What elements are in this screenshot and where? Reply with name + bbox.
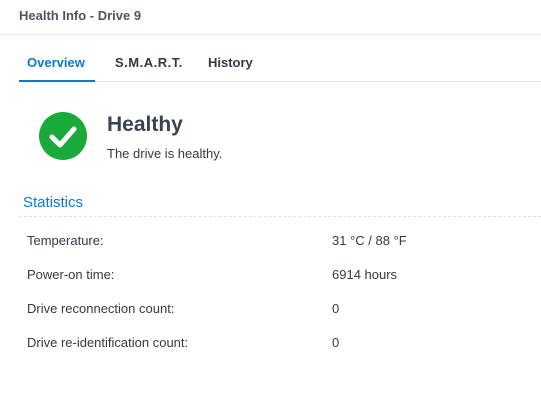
- check-circle-icon: [39, 112, 87, 160]
- stat-row-reconnection-count: Drive reconnection count: 0: [0, 301, 541, 321]
- tab-history[interactable]: History: [208, 55, 253, 70]
- window-titlebar: Health Info - Drive 9: [0, 0, 541, 35]
- section-divider: [19, 216, 541, 217]
- stat-label: Drive reconnection count:: [27, 301, 175, 316]
- statistics-heading: Statistics: [23, 194, 84, 211]
- window-title: Health Info - Drive 9: [19, 8, 142, 23]
- stat-row-temperature: Temperature: 31 °C / 88 °F: [0, 233, 541, 253]
- stat-value: 0: [332, 335, 340, 350]
- active-tab-indicator: [19, 80, 95, 82]
- stat-label: Drive re-identification count:: [27, 335, 189, 350]
- health-status-title: Healthy: [107, 113, 183, 136]
- stat-row-reidentification-count: Drive re-identification count: 0: [0, 335, 541, 355]
- stat-value: 31 °C / 88 °F: [332, 233, 407, 248]
- stat-label: Temperature:: [27, 233, 104, 248]
- tab-smart[interactable]: S.M.A.R.T.: [115, 55, 183, 70]
- stat-label: Power-on time:: [27, 267, 115, 282]
- stat-value: 0: [332, 301, 340, 316]
- stat-value: 6914 hours: [332, 267, 398, 282]
- stat-row-power-on-time: Power-on time: 6914 hours: [0, 267, 541, 287]
- health-info-window: Health Info - Drive 9 Overview S.M.A.R.T…: [0, 0, 541, 395]
- tab-overview[interactable]: Overview: [27, 55, 85, 70]
- tab-bar: Overview S.M.A.R.T. History: [19, 36, 541, 82]
- health-status-description: The drive is healthy.: [107, 146, 223, 161]
